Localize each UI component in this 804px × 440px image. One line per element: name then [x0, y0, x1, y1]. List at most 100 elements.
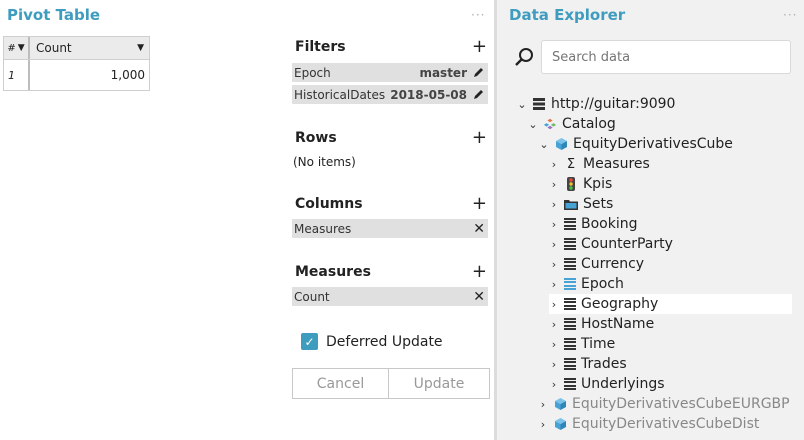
- tree-item-label: Underlyings: [581, 376, 665, 392]
- data-explorer-title: Data Explorer: [509, 6, 626, 24]
- add-measure-icon[interactable]: +: [472, 263, 487, 281]
- folder-icon: [564, 197, 578, 211]
- tree-item-booking[interactable]: › Booking: [549, 214, 638, 234]
- tree-item-label: Kpis: [583, 176, 613, 192]
- pivot-panel-menu-icon[interactable]: ···: [471, 8, 485, 22]
- tree-item-cube-eurgbp[interactable]: › EquityDerivativesCubeEURGBP: [538, 394, 790, 414]
- tree-item-label: EquityDerivativesCubeDist: [572, 416, 760, 432]
- dimension-icon: [564, 258, 576, 270]
- caret-down-icon[interactable]: ▼: [137, 43, 144, 53]
- chevron-right-icon[interactable]: ›: [538, 398, 548, 411]
- chevron-right-icon[interactable]: ›: [549, 218, 559, 231]
- chevron-right-icon[interactable]: ›: [549, 178, 559, 191]
- tree-item-label: http://guitar:9090: [551, 96, 676, 112]
- add-row-icon[interactable]: +: [472, 129, 487, 147]
- close-icon[interactable]: ✕: [473, 290, 485, 304]
- add-column-icon[interactable]: +: [472, 195, 487, 213]
- tree-item-label: Epoch: [581, 276, 624, 292]
- tree-item-catalog[interactable]: ⌄ Catalog: [528, 114, 616, 134]
- tree-item-label: EquityDerivativesCube: [573, 136, 733, 152]
- filter-chip-epoch[interactable]: Epoch master: [292, 63, 488, 82]
- deferred-update-option[interactable]: ✓ Deferred Update: [301, 333, 443, 350]
- count-header-label: Count: [36, 41, 72, 55]
- tree-item-label: EquityDerivativesCubeEURGBP: [572, 396, 790, 412]
- cancel-button[interactable]: Cancel: [292, 368, 389, 399]
- count-cell[interactable]: 1,000: [30, 60, 149, 90]
- pivot-table-panel: Pivot Table ··· # ▼ Count ▼ 1 1,000 Filt…: [0, 0, 494, 440]
- dimension-icon: [564, 378, 576, 390]
- tree-item-cube-dist[interactable]: › EquityDerivativesCubeDist: [538, 414, 760, 434]
- index-column-header[interactable]: # ▼: [4, 37, 30, 59]
- tree-item-time[interactable]: › Time: [549, 334, 615, 354]
- dimension-icon: [564, 318, 576, 330]
- cube-icon: [553, 417, 567, 431]
- search-input[interactable]: [541, 40, 791, 74]
- measure-chip-count[interactable]: Count ✕: [292, 287, 488, 306]
- columns-label: Columns: [295, 196, 363, 212]
- tree-item-measures[interactable]: › Σ Measures: [549, 154, 650, 174]
- add-filter-icon[interactable]: +: [472, 38, 487, 56]
- chevron-down-icon[interactable]: ⌄: [528, 118, 538, 131]
- tree-item-kpis[interactable]: › Kpis: [549, 174, 612, 194]
- rows-empty-text: (No items): [293, 155, 356, 169]
- chevron-right-icon[interactable]: ›: [549, 318, 559, 331]
- dimension-icon: [564, 238, 576, 250]
- measures-label: Measures: [295, 264, 371, 280]
- tree-item-sets[interactable]: › Sets: [549, 194, 614, 214]
- count-column-header[interactable]: Count ▼: [30, 37, 149, 59]
- tree-item-epoch[interactable]: › Epoch: [549, 274, 624, 294]
- tree-item-label: Measures: [583, 156, 650, 172]
- columns-header: Columns +: [295, 195, 487, 213]
- filter-name: Epoch: [294, 65, 331, 80]
- tree-item-currency[interactable]: › Currency: [549, 254, 644, 274]
- pencil-icon[interactable]: [472, 88, 485, 101]
- tree-item-label: Catalog: [562, 116, 616, 132]
- dimension-icon: [564, 298, 576, 310]
- tree-item-counterparty[interactable]: › CounterParty: [549, 234, 673, 254]
- chevron-right-icon[interactable]: ›: [549, 338, 559, 351]
- chevron-right-icon[interactable]: ›: [549, 158, 559, 171]
- chevron-right-icon[interactable]: ›: [538, 418, 548, 431]
- dimension-icon: [564, 218, 576, 230]
- data-explorer-panel: Data Explorer ··· ⌄ http://guitar:9090 ⌄…: [494, 0, 804, 440]
- tree-item-server[interactable]: ⌄ http://guitar:9090: [517, 94, 675, 114]
- chevron-down-icon[interactable]: ⌄: [517, 98, 527, 111]
- deferred-update-label: Deferred Update: [326, 333, 443, 350]
- tree-item-cube[interactable]: ⌄ EquityDerivativesCube: [539, 134, 733, 154]
- traffic-light-icon: [564, 177, 578, 191]
- chevron-right-icon[interactable]: ›: [549, 198, 559, 211]
- tree-item-hostname[interactable]: › HostName: [549, 314, 654, 334]
- filters-header: Filters +: [295, 38, 487, 56]
- rows-header: Rows +: [295, 129, 487, 147]
- chevron-right-icon[interactable]: ›: [549, 378, 559, 391]
- column-chip-measures[interactable]: Measures ✕: [292, 219, 488, 238]
- pivot-table-title: Pivot Table: [7, 6, 101, 24]
- deferred-update-checkbox[interactable]: ✓: [301, 333, 318, 350]
- pivot-grid: # ▼ Count ▼ 1 1,000: [3, 36, 150, 91]
- filter-name: HistoricalDates: [294, 87, 386, 102]
- filter-chip-historicaldates[interactable]: HistoricalDates 2018-05-08: [292, 85, 488, 104]
- tree-item-label: HostName: [581, 316, 655, 332]
- close-icon[interactable]: ✕: [473, 222, 485, 236]
- chevron-down-icon[interactable]: ⌄: [539, 138, 549, 151]
- pencil-icon[interactable]: [472, 66, 485, 79]
- measure-chip-label: Count: [294, 289, 330, 304]
- tree-item-trades[interactable]: › Trades: [549, 354, 627, 374]
- tree-item-geography[interactable]: › Geography: [549, 294, 792, 314]
- grid-header: # ▼ Count ▼: [4, 37, 149, 60]
- filters-label: Filters: [295, 39, 346, 55]
- chevron-right-icon[interactable]: ›: [549, 278, 559, 291]
- update-button[interactable]: Update: [388, 368, 490, 399]
- cube-icon: [553, 397, 567, 411]
- chevron-right-icon[interactable]: ›: [549, 298, 559, 311]
- explorer-panel-menu-icon[interactable]: ···: [783, 8, 797, 22]
- tree-item-label: Trades: [581, 356, 627, 372]
- tree-item-label: Booking: [581, 216, 638, 232]
- chevron-right-icon[interactable]: ›: [549, 238, 559, 251]
- table-row[interactable]: 1 1,000: [4, 60, 149, 90]
- tree-item-underlyings[interactable]: › Underlyings: [549, 374, 665, 394]
- tree-item-label: Time: [581, 336, 616, 352]
- chevron-right-icon[interactable]: ›: [549, 358, 559, 371]
- caret-down-icon: ▼: [17, 43, 25, 53]
- chevron-right-icon[interactable]: ›: [549, 258, 559, 271]
